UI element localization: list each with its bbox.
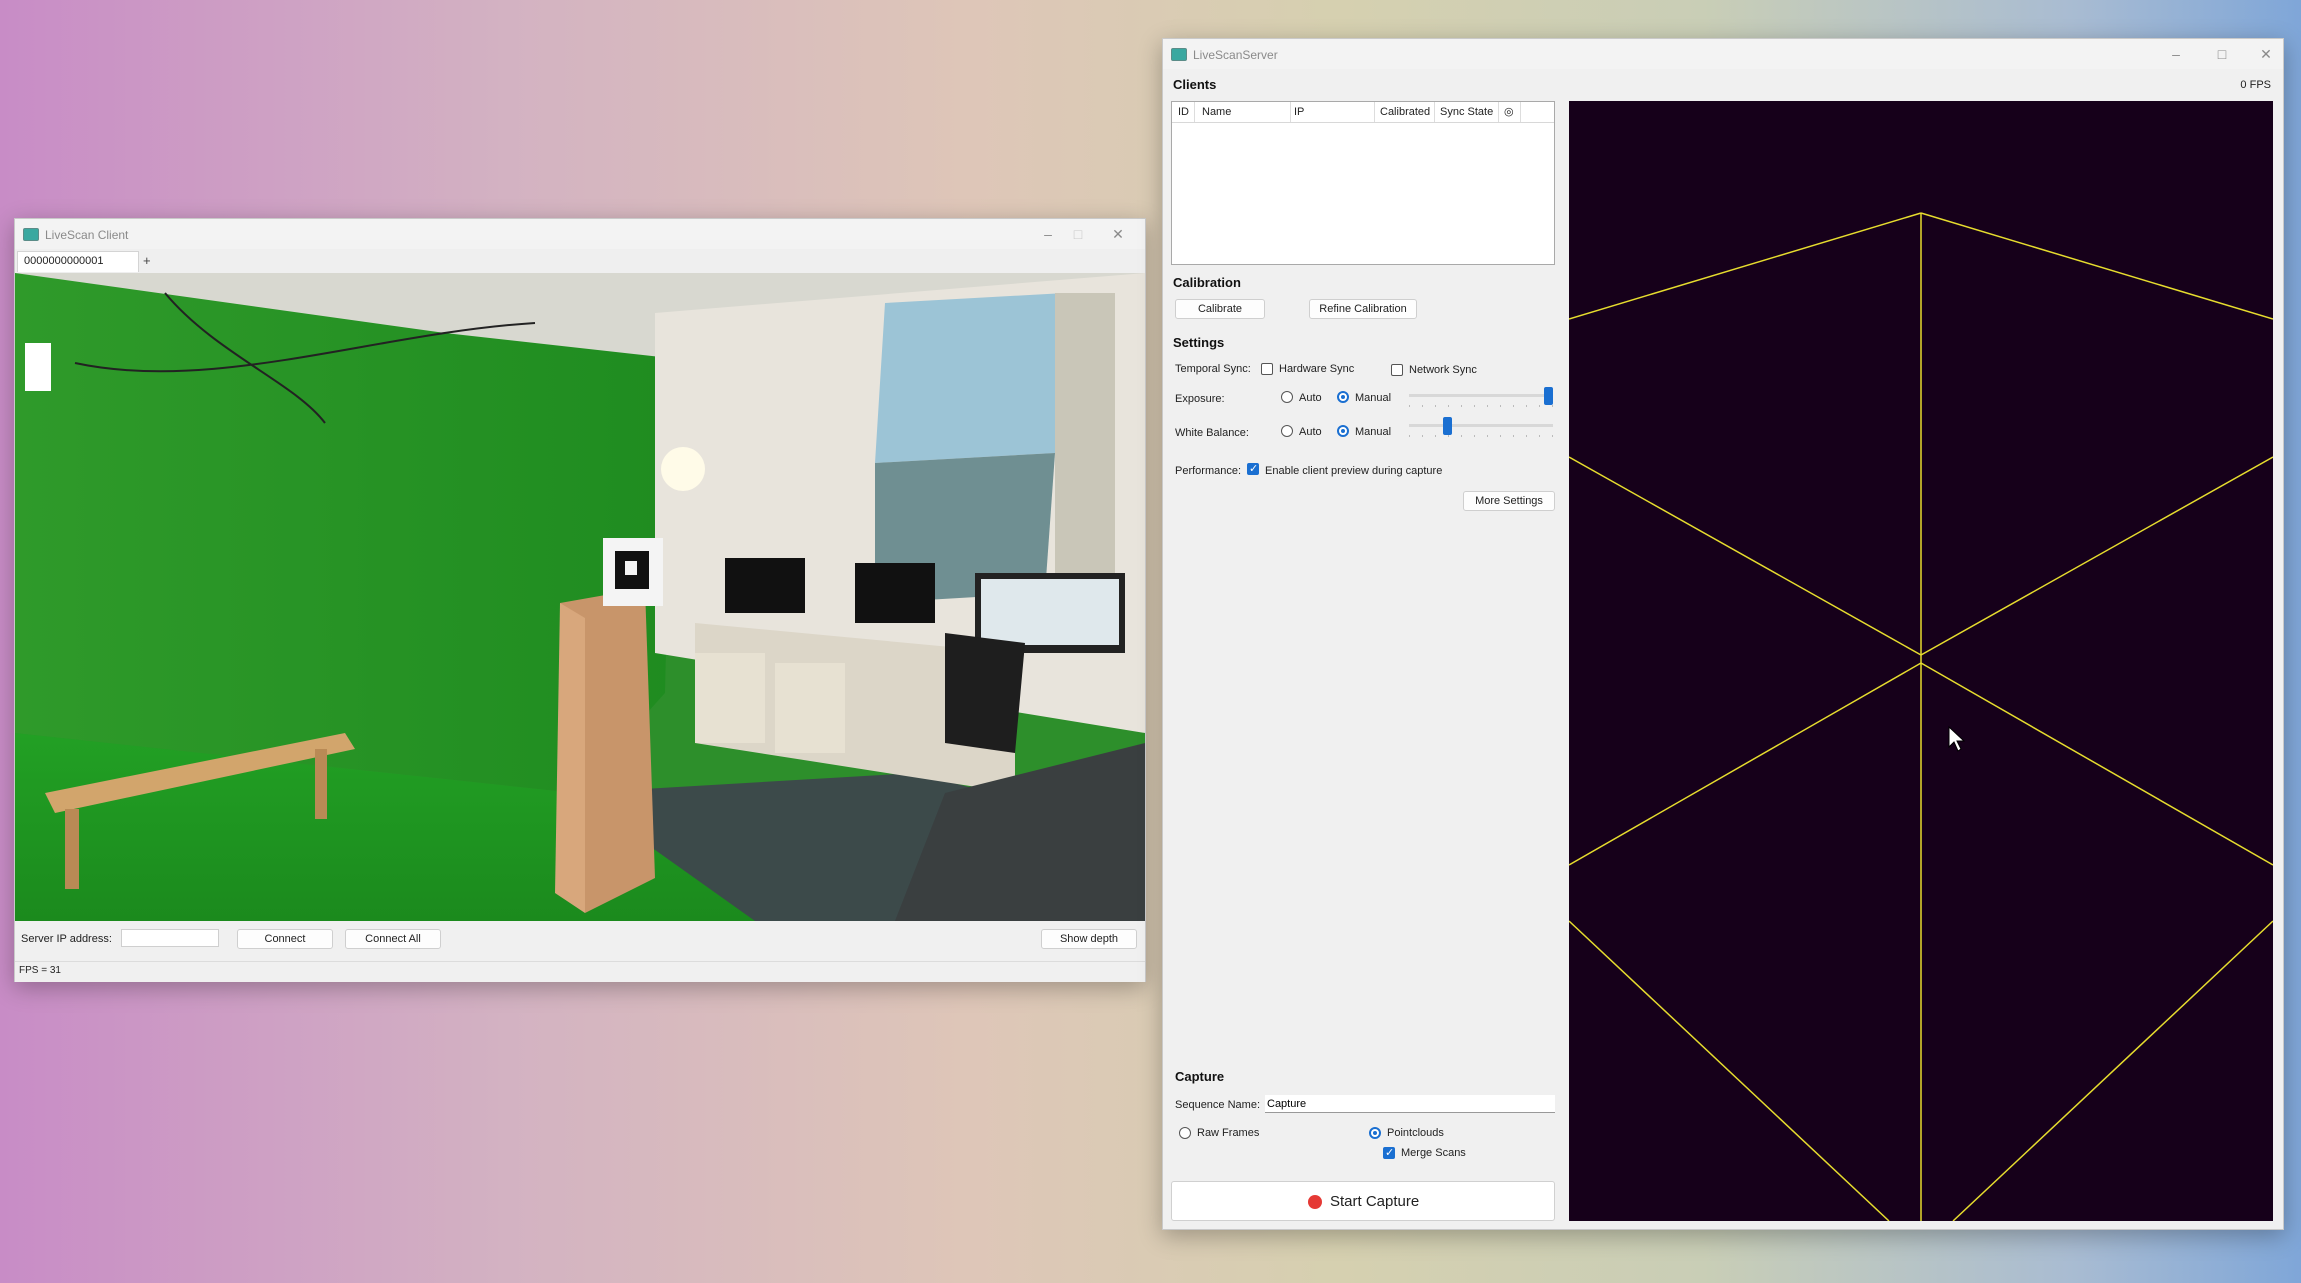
- server-ip-input[interactable]: [121, 929, 219, 947]
- client-title-bar[interactable]: LiveScan Client – □ ✕: [15, 219, 1145, 249]
- wireframe-edge: [1952, 920, 2274, 1222]
- hardware-sync-checkbox[interactable]: [1261, 363, 1273, 375]
- camera-image: [15, 273, 1145, 921]
- column-id[interactable]: ID: [1178, 106, 1189, 118]
- client-status-bar: FPS = 31: [15, 961, 1145, 982]
- pointclouds-label: Pointclouds: [1387, 1127, 1444, 1139]
- exposure-slider[interactable]: [1409, 385, 1553, 409]
- enable-preview-label: Enable client preview during capture: [1265, 465, 1443, 477]
- app-icon: [1171, 48, 1187, 61]
- performance-label: Performance:: [1175, 465, 1242, 477]
- white-balance-label: White Balance:: [1175, 427, 1249, 439]
- network-sync-label: Network Sync: [1409, 364, 1477, 376]
- exposure-slider-thumb[interactable]: [1544, 387, 1553, 405]
- clients-header: Clients: [1173, 77, 1217, 92]
- maximize-icon[interactable]: □: [1063, 225, 1093, 243]
- start-capture-label: Start Capture: [1330, 1193, 1420, 1210]
- close-icon[interactable]: ✕: [2251, 45, 2281, 63]
- maximize-icon[interactable]: □: [2207, 45, 2237, 63]
- tab-client-0000000000001[interactable]: 0000000000001: [17, 251, 139, 272]
- refine-calibration-button[interactable]: Refine Calibration: [1309, 299, 1417, 319]
- record-icon: [1308, 1195, 1322, 1209]
- client-window-title: LiveScan Client: [45, 228, 129, 242]
- clients-table[interactable]: ID Name IP Calibrated Sync State ◎: [1171, 101, 1555, 265]
- column-calibrated[interactable]: Calibrated: [1380, 106, 1430, 118]
- fps-readout: 0 FPS: [2240, 79, 2271, 91]
- exposure-manual-label: Manual: [1355, 392, 1392, 404]
- wireframe-edge: [1920, 456, 2274, 656]
- column-visibility-icon[interactable]: ◎: [1504, 105, 1514, 118]
- network-sync-checkbox[interactable]: [1391, 364, 1403, 376]
- temporal-sync-label: Temporal Sync:: [1175, 363, 1251, 375]
- white-balance-auto-label: Auto: [1299, 426, 1322, 438]
- server-ip-label: Server IP address:: [21, 933, 112, 945]
- white-balance-manual-label: Manual: [1355, 426, 1392, 438]
- column-sync-state[interactable]: Sync State: [1440, 106, 1493, 118]
- show-depth-button[interactable]: Show depth: [1041, 929, 1137, 949]
- calibration-header: Calibration: [1173, 275, 1241, 290]
- add-tab-button[interactable]: +: [143, 253, 151, 268]
- column-ip[interactable]: IP: [1294, 106, 1304, 118]
- exposure-manual-radio[interactable]: [1337, 391, 1349, 403]
- app-icon: [23, 228, 39, 241]
- server-window: LiveScanServer – □ ✕ Clients 0 FPS ID Na…: [1162, 38, 2284, 1230]
- fps-status: FPS = 31: [19, 965, 61, 976]
- sequence-name-label: Sequence Name:: [1175, 1099, 1260, 1111]
- sequence-name-input[interactable]: [1265, 1095, 1555, 1113]
- merge-scans-label: Merge Scans: [1401, 1147, 1466, 1159]
- wireframe-edge: [1920, 662, 2274, 866]
- wireframe-edge: [1920, 212, 2274, 320]
- close-icon[interactable]: ✕: [1103, 225, 1133, 243]
- minimize-icon[interactable]: –: [2161, 45, 2191, 63]
- start-capture-button[interactable]: Start Capture: [1171, 1181, 1555, 1221]
- minimize-icon[interactable]: –: [1033, 225, 1063, 243]
- hardware-sync-label: Hardware Sync: [1279, 363, 1355, 375]
- connect-all-button[interactable]: Connect All: [345, 929, 441, 949]
- white-balance-slider-thumb[interactable]: [1442, 417, 1452, 435]
- settings-header: Settings: [1173, 335, 1225, 350]
- pointclouds-radio[interactable]: [1369, 1127, 1381, 1139]
- white-balance-slider[interactable]: [1409, 415, 1553, 439]
- column-name[interactable]: Name: [1202, 106, 1231, 118]
- wireframe-edge: [1568, 920, 1890, 1222]
- tab-label: 0000000000001: [24, 255, 104, 267]
- calibrate-button[interactable]: Calibrate: [1175, 299, 1265, 319]
- enable-preview-checkbox[interactable]: [1247, 462, 1259, 475]
- wireframe-edge: [1568, 212, 1922, 320]
- wireframe-edge: [1568, 456, 1922, 656]
- mouse-cursor-icon: [1948, 725, 1966, 752]
- exposure-auto-label: Auto: [1299, 392, 1322, 404]
- raw-frames-radio[interactable]: [1179, 1127, 1191, 1139]
- server-window-title: LiveScanServer: [1193, 48, 1278, 62]
- camera-preview: [15, 273, 1145, 921]
- more-settings-button[interactable]: More Settings: [1463, 491, 1555, 511]
- raw-frames-label: Raw Frames: [1197, 1127, 1260, 1139]
- client-tab-strip: 0000000000001 +: [15, 249, 1145, 273]
- server-title-bar[interactable]: LiveScanServer – □ ✕: [1163, 39, 2283, 69]
- white-balance-manual-radio[interactable]: [1337, 425, 1349, 437]
- wireframe-edge: [1568, 662, 1922, 866]
- client-toolbar: Server IP address: Connect Connect All S…: [15, 921, 1145, 961]
- white-balance-auto-radio[interactable]: [1281, 425, 1293, 437]
- capture-header: Capture: [1175, 1069, 1225, 1084]
- exposure-label: Exposure:: [1175, 393, 1225, 405]
- clients-table-header: ID Name IP Calibrated Sync State ◎: [1172, 102, 1554, 123]
- merge-scans-checkbox[interactable]: [1383, 1146, 1395, 1159]
- pointcloud-viewport[interactable]: [1568, 101, 2274, 1222]
- bounding-box-wireframe: [1568, 212, 2274, 1222]
- connect-button[interactable]: Connect: [237, 929, 333, 949]
- exposure-auto-radio[interactable]: [1281, 391, 1293, 403]
- client-window: LiveScan Client – □ ✕ 0000000000001 + Se…: [14, 218, 1146, 982]
